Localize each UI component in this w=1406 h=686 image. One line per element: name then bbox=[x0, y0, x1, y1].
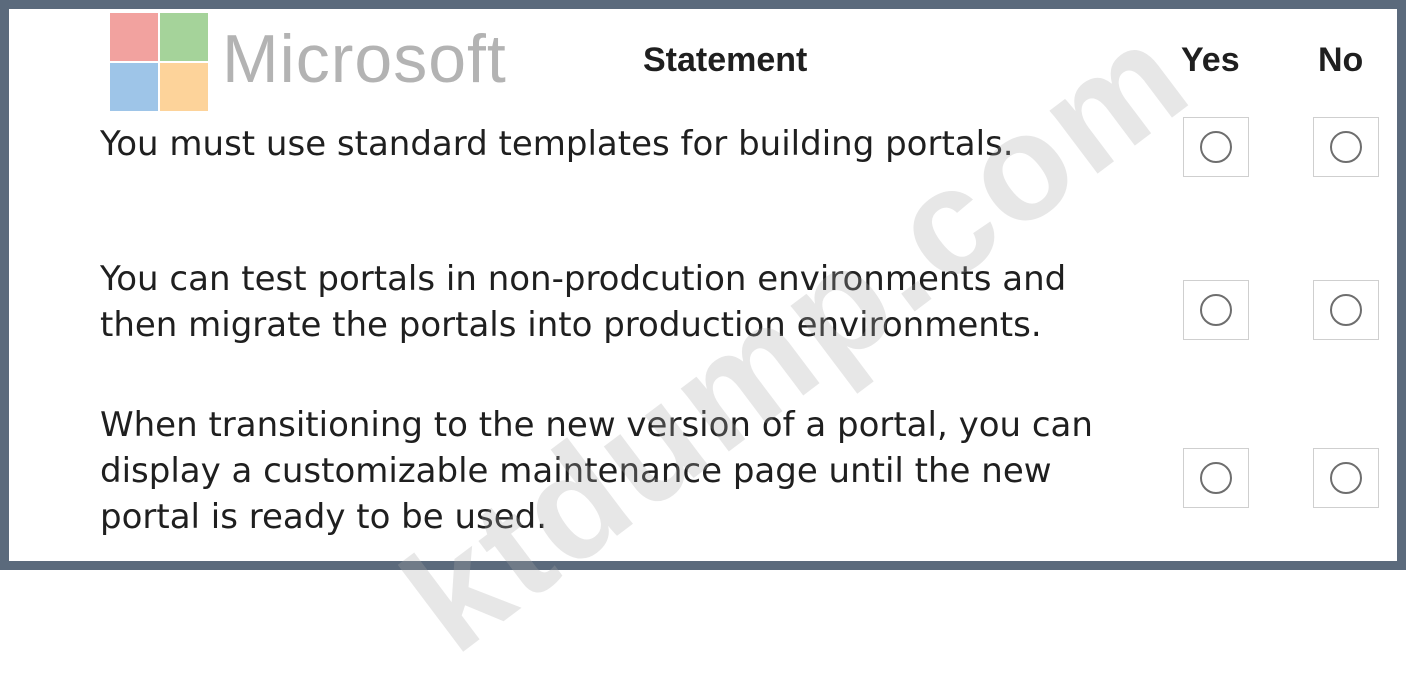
statement-2-no-radio[interactable] bbox=[1313, 280, 1379, 340]
statement-3-line-2: display a customizable maintenance page … bbox=[100, 451, 1052, 491]
statement-2-line-1: You can test portals in non-prodcution e… bbox=[100, 259, 1067, 299]
logo-green-square-icon bbox=[160, 13, 208, 61]
statement-3-line-1: When transitioning to the new version of… bbox=[100, 405, 1093, 445]
radio-circle-icon bbox=[1330, 462, 1362, 494]
radio-circle-icon bbox=[1200, 462, 1232, 494]
radio-circle-icon bbox=[1200, 131, 1232, 163]
statement-3-line-3: portal is ready to be used. bbox=[100, 497, 548, 537]
statement-2-yes-radio[interactable] bbox=[1183, 280, 1249, 340]
statement-header: Statement bbox=[643, 41, 808, 79]
radio-circle-icon bbox=[1330, 294, 1362, 326]
statement-1-yes-radio[interactable] bbox=[1183, 117, 1249, 177]
statement-1-no-radio[interactable] bbox=[1313, 117, 1379, 177]
radio-circle-icon bbox=[1200, 294, 1232, 326]
radio-circle-icon bbox=[1330, 131, 1362, 163]
yes-header: Yes bbox=[1181, 41, 1240, 79]
logo-blue-square-icon bbox=[110, 63, 158, 111]
no-header: No bbox=[1318, 41, 1364, 79]
statement-3-text: When transitioning to the new version of… bbox=[100, 402, 1093, 540]
statement-1-line-1: You must use standard templates for buil… bbox=[100, 124, 1014, 164]
statement-3-yes-radio[interactable] bbox=[1183, 448, 1249, 508]
statement-3-no-radio[interactable] bbox=[1313, 448, 1379, 508]
logo-red-square-icon bbox=[110, 13, 158, 61]
logo-yellow-square-icon bbox=[160, 63, 208, 111]
statement-1-text: You must use standard templates for buil… bbox=[100, 121, 1014, 167]
statement-2-line-2: then migrate the portals into production… bbox=[100, 305, 1042, 345]
logo-text: Microsoft bbox=[222, 21, 507, 97]
statement-2-text: You can test portals in non-prodcution e… bbox=[100, 256, 1066, 348]
microsoft-logo: Microsoft bbox=[110, 13, 580, 115]
